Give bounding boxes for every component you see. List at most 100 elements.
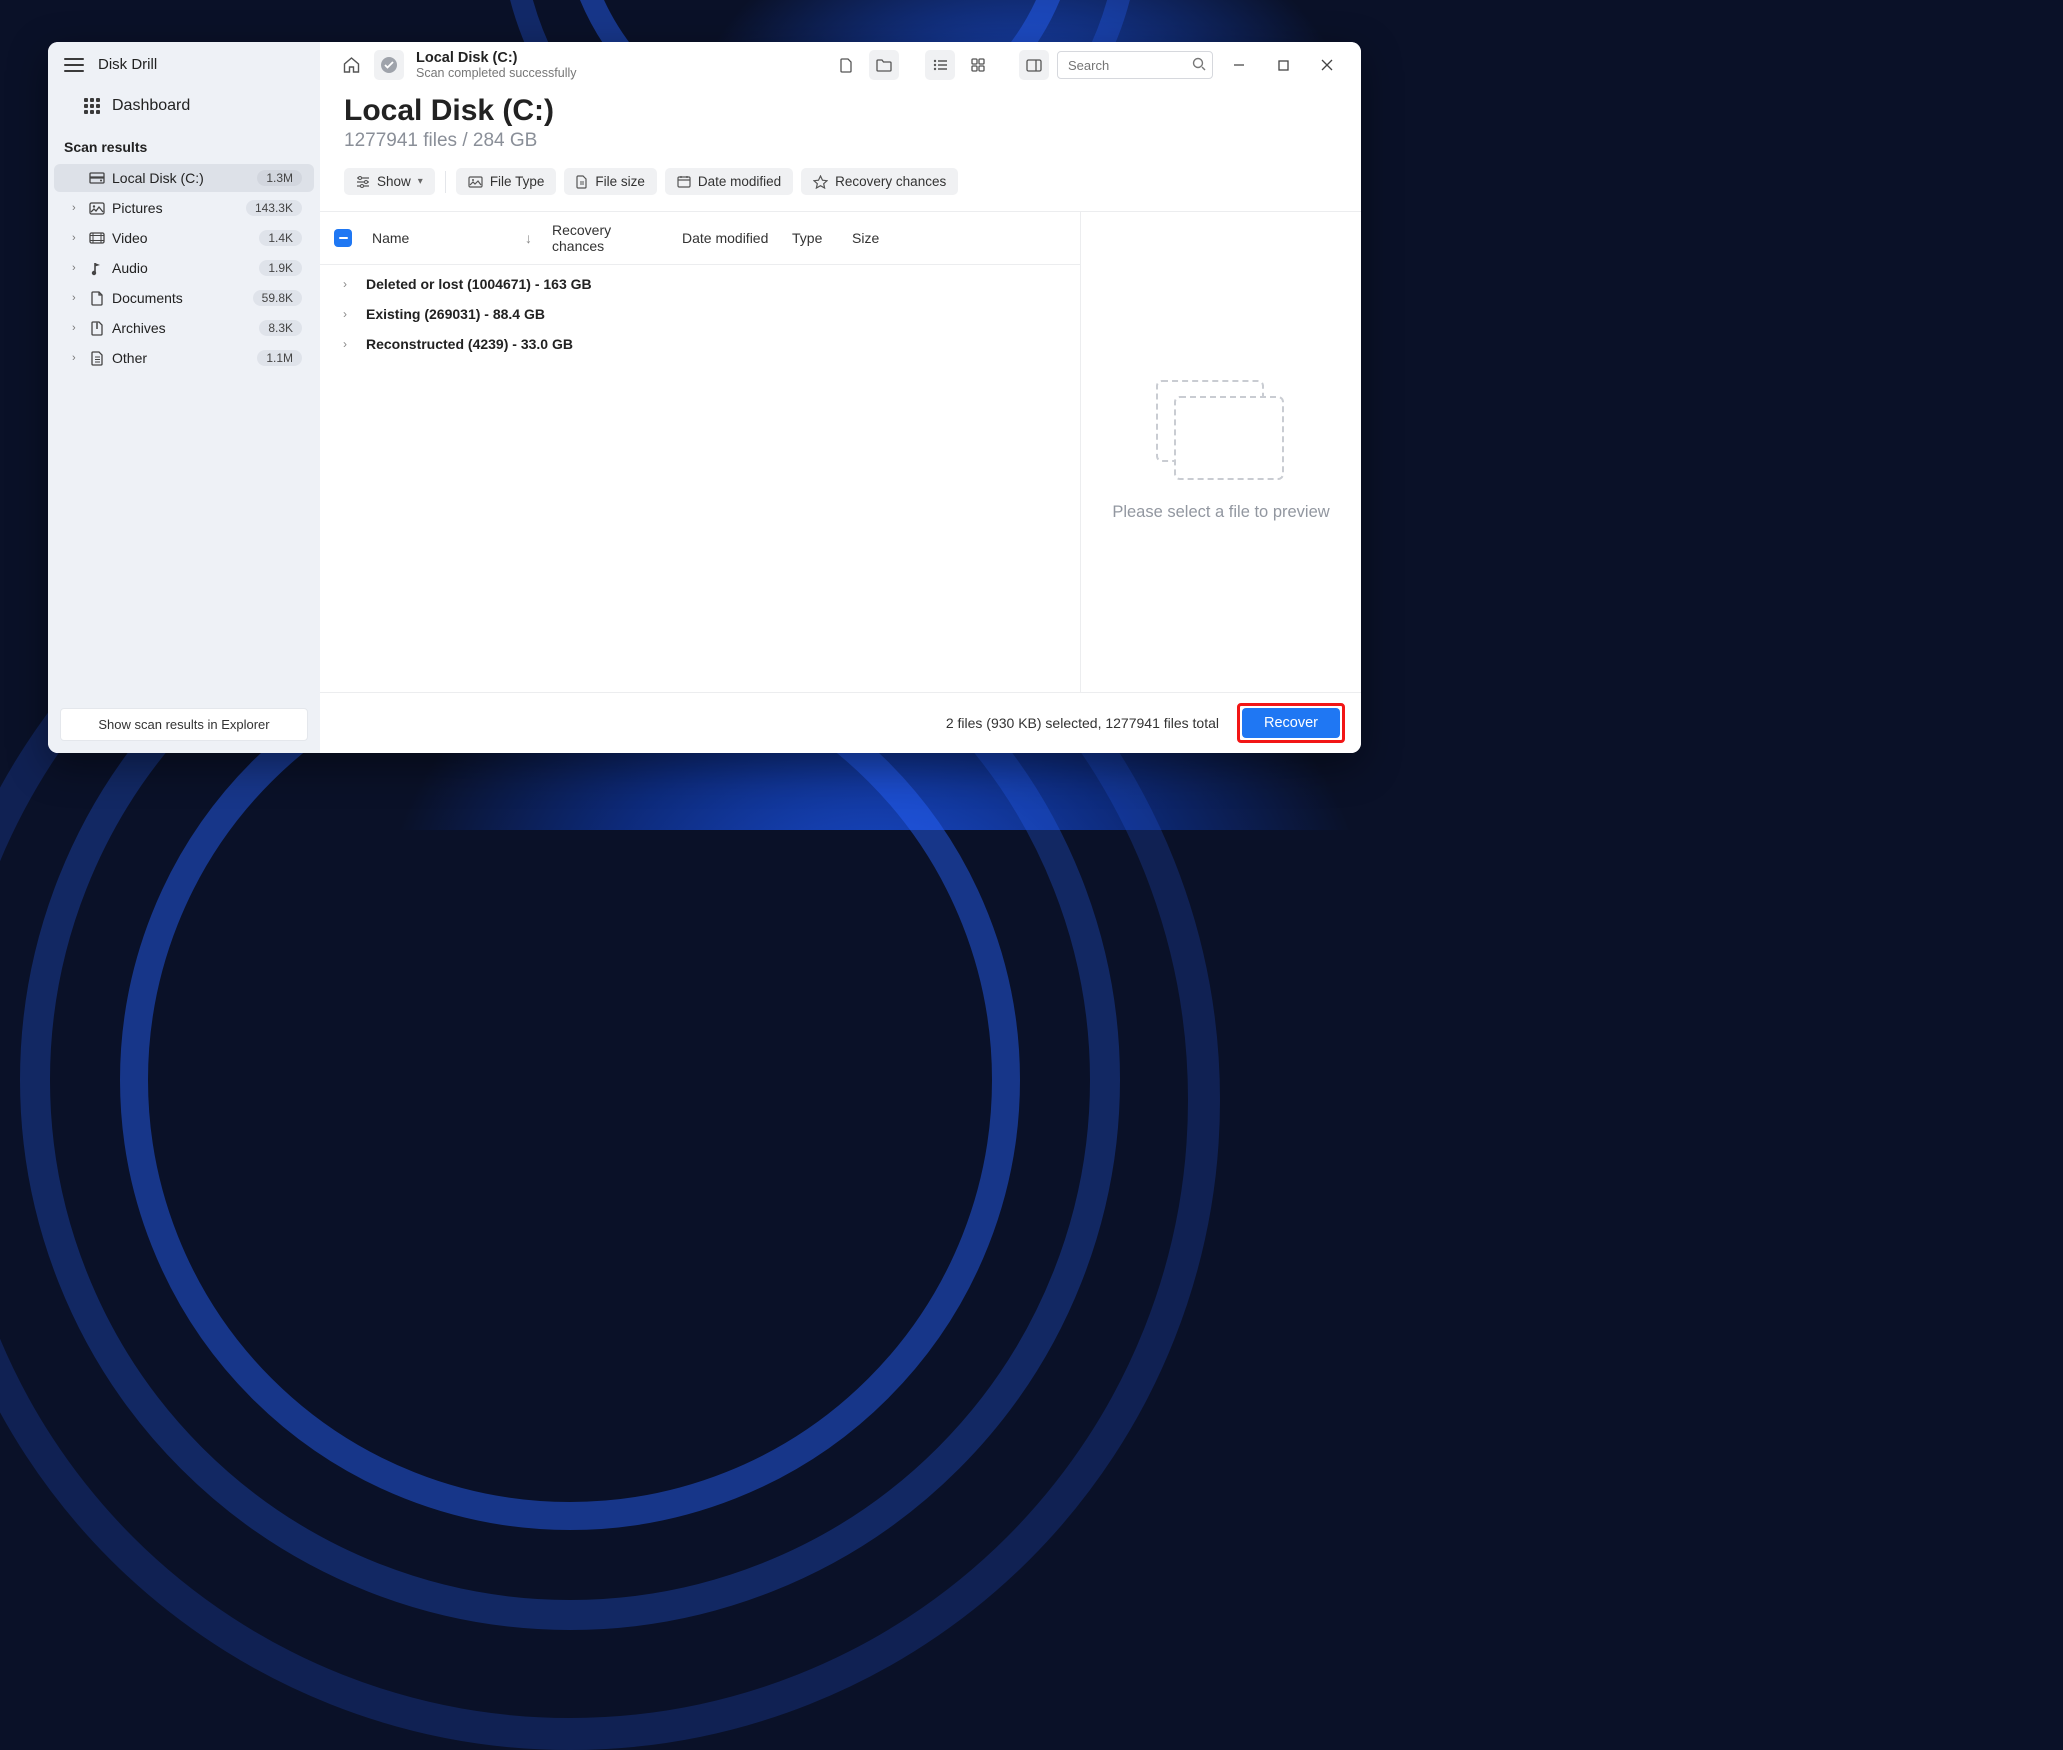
file-view-button[interactable] bbox=[831, 50, 861, 80]
dashboard-icon bbox=[84, 98, 100, 114]
table-row[interactable]: › Reconstructed (4239) - 33.0 GB bbox=[320, 329, 1080, 359]
sidebar-item-video[interactable]: › Video 1.4K bbox=[54, 224, 314, 252]
select-all-checkbox[interactable] bbox=[334, 229, 352, 247]
image-icon bbox=[468, 176, 483, 188]
sidebar-item-documents[interactable]: › Documents 59.8K bbox=[54, 284, 314, 312]
sidebar-item-audio[interactable]: › Audio 1.9K bbox=[54, 254, 314, 282]
hamburger-icon[interactable] bbox=[64, 58, 84, 72]
preview-pane-button[interactable] bbox=[1019, 50, 1049, 80]
sidebar-item-count: 1.1M bbox=[257, 350, 302, 366]
sidebar-item-count: 1.9K bbox=[259, 260, 302, 276]
sidebar-item-count: 1.3M bbox=[257, 170, 302, 186]
sidebar-item-count: 143.3K bbox=[246, 200, 302, 216]
chevron-right-icon: › bbox=[72, 232, 86, 244]
row-label: Reconstructed (4239) - 33.0 GB bbox=[366, 336, 573, 352]
sidebar-item-other[interactable]: › Other 1.1M bbox=[54, 344, 314, 372]
maximize-button[interactable] bbox=[1265, 51, 1301, 79]
image-icon bbox=[86, 202, 108, 215]
preview-placeholder-icon bbox=[1156, 380, 1286, 480]
breadcrumb-title: Local Disk (C:) bbox=[416, 50, 577, 66]
page-title: Local Disk (C:) bbox=[344, 94, 1337, 128]
col-date[interactable]: Date modified bbox=[672, 230, 782, 246]
table-header: Name↓ Recovery chances Date modified Typ… bbox=[320, 212, 1080, 265]
filter-label: File size bbox=[595, 174, 645, 189]
search-field[interactable] bbox=[1057, 51, 1213, 79]
main-panel: Local Disk (C:) Scan completed successfu… bbox=[320, 42, 1361, 753]
col-size[interactable]: Size bbox=[842, 230, 892, 246]
chevron-right-icon: › bbox=[72, 262, 86, 274]
filter-file-size[interactable]: File size bbox=[564, 168, 657, 195]
sort-down-icon: ↓ bbox=[525, 230, 532, 246]
star-icon bbox=[813, 175, 828, 189]
grid-view-button[interactable] bbox=[963, 50, 993, 80]
minimize-button[interactable] bbox=[1221, 51, 1257, 79]
calendar-icon bbox=[677, 175, 691, 188]
filter-label: Show bbox=[377, 174, 411, 189]
chevron-right-icon: › bbox=[72, 202, 86, 214]
scan-results-header: Scan results bbox=[48, 125, 320, 163]
home-button[interactable] bbox=[336, 50, 366, 80]
sidebar-item-dashboard[interactable]: Dashboard bbox=[48, 87, 320, 125]
sidebar-item-label: Archives bbox=[112, 320, 259, 336]
preview-pane: Please select a file to preview bbox=[1081, 212, 1361, 692]
chevron-right-icon: › bbox=[72, 292, 86, 304]
col-name[interactable]: Name↓ bbox=[362, 230, 542, 246]
sidebar-item-count: 59.8K bbox=[253, 290, 302, 306]
topbar: Local Disk (C:) Scan completed successfu… bbox=[320, 42, 1361, 88]
status-text: 2 files (930 KB) selected, 1277941 files… bbox=[946, 715, 1219, 731]
sidebar-item-count: 8.3K bbox=[259, 320, 302, 336]
search-icon bbox=[1192, 57, 1206, 71]
preview-empty-text: Please select a file to preview bbox=[1112, 500, 1329, 525]
brand-row: Disk Drill bbox=[48, 42, 320, 87]
show-in-explorer-button[interactable]: Show scan results in Explorer bbox=[60, 708, 308, 741]
sidebar-item-label: Audio bbox=[112, 260, 259, 276]
sidebar-item-label: Other bbox=[112, 350, 257, 366]
audio-icon bbox=[86, 261, 108, 276]
app-window: Disk Drill Dashboard Scan results Local … bbox=[48, 42, 1361, 753]
folder-view-button[interactable] bbox=[869, 50, 899, 80]
disk-icon bbox=[86, 172, 108, 184]
sidebar-item-label: Documents bbox=[112, 290, 253, 306]
status-bar: 2 files (930 KB) selected, 1277941 files… bbox=[320, 692, 1361, 753]
sidebar: Disk Drill Dashboard Scan results Local … bbox=[48, 42, 320, 753]
archive-icon bbox=[86, 321, 108, 336]
document-icon bbox=[86, 291, 108, 306]
chevron-right-icon: › bbox=[334, 277, 356, 291]
breadcrumb-subtitle: Scan completed successfully bbox=[416, 66, 577, 80]
search-input[interactable] bbox=[1057, 51, 1213, 79]
recover-button[interactable]: Recover bbox=[1242, 708, 1340, 738]
list-view-button[interactable] bbox=[925, 50, 955, 80]
page-subtitle: 1277941 files / 284 GB bbox=[344, 130, 1337, 152]
chevron-right-icon: › bbox=[334, 307, 356, 321]
results-table: Name↓ Recovery chances Date modified Typ… bbox=[320, 212, 1081, 692]
filter-file-type[interactable]: File Type bbox=[456, 168, 557, 195]
video-icon bbox=[86, 232, 108, 244]
sidebar-item-archives[interactable]: › Archives 8.3K bbox=[54, 314, 314, 342]
filter-label: Date modified bbox=[698, 174, 781, 189]
title-block: Local Disk (C:) 1277941 files / 284 GB bbox=[320, 88, 1361, 168]
col-recovery[interactable]: Recovery chances bbox=[542, 222, 672, 254]
sidebar-item-label: Local Disk (C:) bbox=[112, 170, 257, 186]
table-body: › Deleted or lost (1004671) - 163 GB › E… bbox=[320, 265, 1080, 692]
filter-recovery-chances[interactable]: Recovery chances bbox=[801, 168, 958, 195]
close-button[interactable] bbox=[1309, 51, 1345, 79]
row-label: Existing (269031) - 88.4 GB bbox=[366, 306, 545, 322]
sidebar-item-pictures[interactable]: › Pictures 143.3K bbox=[54, 194, 314, 222]
col-type[interactable]: Type bbox=[782, 230, 842, 246]
dashboard-label: Dashboard bbox=[112, 97, 190, 115]
chevron-right-icon: › bbox=[334, 337, 356, 351]
sidebar-item-local-disk[interactable]: Local Disk (C:) 1.3M bbox=[54, 164, 314, 192]
file-icon bbox=[576, 175, 588, 189]
breadcrumb: Local Disk (C:) Scan completed successfu… bbox=[416, 50, 577, 80]
chevron-down-icon: ▾ bbox=[418, 176, 423, 187]
table-row[interactable]: › Deleted or lost (1004671) - 163 GB bbox=[320, 269, 1080, 299]
app-title: Disk Drill bbox=[98, 56, 157, 73]
sidebar-item-label: Video bbox=[112, 230, 259, 246]
sliders-icon bbox=[356, 176, 370, 188]
other-icon bbox=[86, 351, 108, 366]
table-row[interactable]: › Existing (269031) - 88.4 GB bbox=[320, 299, 1080, 329]
filter-label: Recovery chances bbox=[835, 174, 946, 189]
sidebar-item-count: 1.4K bbox=[259, 230, 302, 246]
filter-date-modified[interactable]: Date modified bbox=[665, 168, 793, 195]
filter-show[interactable]: Show ▾ bbox=[344, 168, 435, 195]
